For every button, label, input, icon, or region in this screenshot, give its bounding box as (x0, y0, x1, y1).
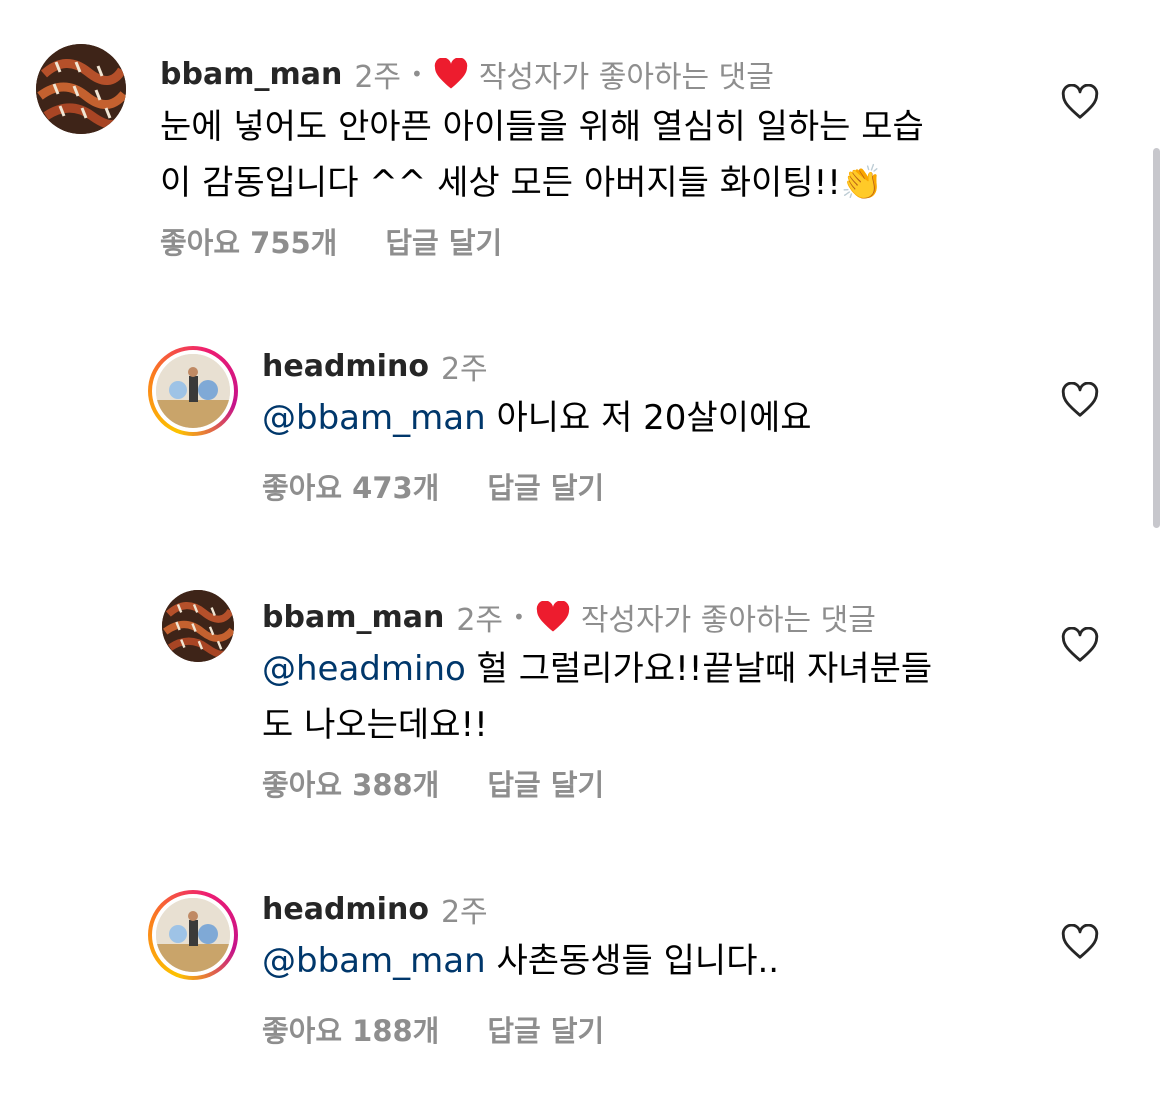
timestamp: 2주 (440, 895, 488, 930)
heart-icon (434, 58, 468, 89)
username[interactable]: headmino (262, 349, 429, 384)
scrollbar[interactable] (1153, 148, 1160, 528)
avatar-snake-image (162, 590, 234, 662)
mention-link[interactable]: @bbam_man (262, 941, 486, 981)
clap-emoji: 👏 (840, 163, 884, 203)
comment-actions: 좋아요 473개 답글 달기 (262, 465, 604, 507)
timestamp: 2주 (354, 60, 402, 95)
author-liked-label: 작성자가 좋아하는 댓글 (478, 60, 774, 95)
avatar-group-photo (156, 898, 230, 972)
like-count[interactable]: 좋아요 473개 (262, 471, 439, 505)
heart-outline-icon[interactable] (1061, 382, 1099, 420)
heart-outline-icon[interactable] (1061, 924, 1099, 962)
avatar-image (152, 894, 234, 976)
mention-link[interactable]: @bbam_man (262, 398, 486, 438)
comment-text: @bbam_man 사촌동생들 입니다.. (262, 933, 1082, 989)
reply-button[interactable]: 답글 달기 (487, 1014, 604, 1048)
comment-text-line-2: 이 감동입니다 ^^ 세상 모든 아버지들 화이팅!!👏 (160, 155, 980, 211)
heart-outline-icon[interactable] (1061, 84, 1099, 122)
comment-text: @bbam_man 아니요 저 20살이에요 (262, 390, 1082, 446)
comment-text-line-2: 도 나오는데요!! (262, 705, 488, 745)
comment-header: bbam_man 2주 • 작성자가 좋아하는 댓글 (160, 52, 774, 96)
avatar[interactable] (162, 590, 234, 662)
like-count[interactable]: 좋아요 755개 (160, 226, 337, 260)
timestamp: 2주 (456, 603, 504, 638)
avatar[interactable] (148, 890, 238, 980)
reply-button[interactable]: 답글 달기 (487, 768, 604, 802)
avatar-image (152, 350, 234, 432)
username[interactable]: bbam_man (160, 57, 342, 92)
avatar-snake-image (36, 44, 126, 134)
comment-text: @headmino 헐 그럴리가요!!끝날때 자녀분들 도 나오는데요!! (262, 641, 1082, 753)
comment-text-body: 사촌동생들 입니다.. (496, 941, 780, 981)
avatar[interactable] (148, 346, 238, 436)
like-count[interactable]: 좋아요 388개 (262, 768, 439, 802)
comment-header: headmino 2주 (262, 887, 488, 931)
like-count[interactable]: 좋아요 188개 (262, 1014, 439, 1048)
separator-dot: • (411, 62, 423, 86)
comment-text-line-1: @headmino 헐 그럴리가요!!끝날때 자녀분들 (262, 641, 1082, 697)
comment-actions: 좋아요 755개 답글 달기 (160, 220, 502, 262)
comment-text-line-1: 눈에 넣어도 안아픈 아이들을 위해 열심히 일하는 모습 (160, 107, 924, 147)
timestamp: 2주 (440, 352, 488, 387)
avatar-group-photo (156, 354, 230, 428)
reply-button[interactable]: 답글 달기 (487, 471, 604, 505)
username[interactable]: headmino (262, 892, 429, 927)
comment-text-line-2-text: 이 감동입니다 ^^ 세상 모든 아버지들 화이팅!! (160, 163, 841, 203)
comment-header: bbam_man 2주 • 작성자가 좋아하는 댓글 (262, 595, 876, 639)
avatar[interactable] (36, 44, 126, 134)
comment-text-body: 아니요 저 20살이에요 (496, 398, 812, 438)
author-liked-label: 작성자가 좋아하는 댓글 (580, 603, 876, 638)
separator-dot: • (513, 605, 525, 629)
reply-button[interactable]: 답글 달기 (385, 226, 502, 260)
heart-icon (536, 601, 570, 632)
comment-actions: 좋아요 188개 답글 달기 (262, 1008, 604, 1050)
heart-outline-icon[interactable] (1061, 627, 1099, 665)
comment-text-line-1-body: 헐 그럴리가요!!끝날때 자녀분들 (476, 649, 933, 689)
comment-header: headmino 2주 (262, 344, 488, 388)
comment-text: 눈에 넣어도 안아픈 아이들을 위해 열심히 일하는 모습 이 감동입니다 ^^… (160, 99, 980, 211)
username[interactable]: bbam_man (262, 600, 444, 635)
mention-link[interactable]: @headmino (262, 649, 466, 689)
comment-actions: 좋아요 388개 답글 달기 (262, 762, 604, 804)
